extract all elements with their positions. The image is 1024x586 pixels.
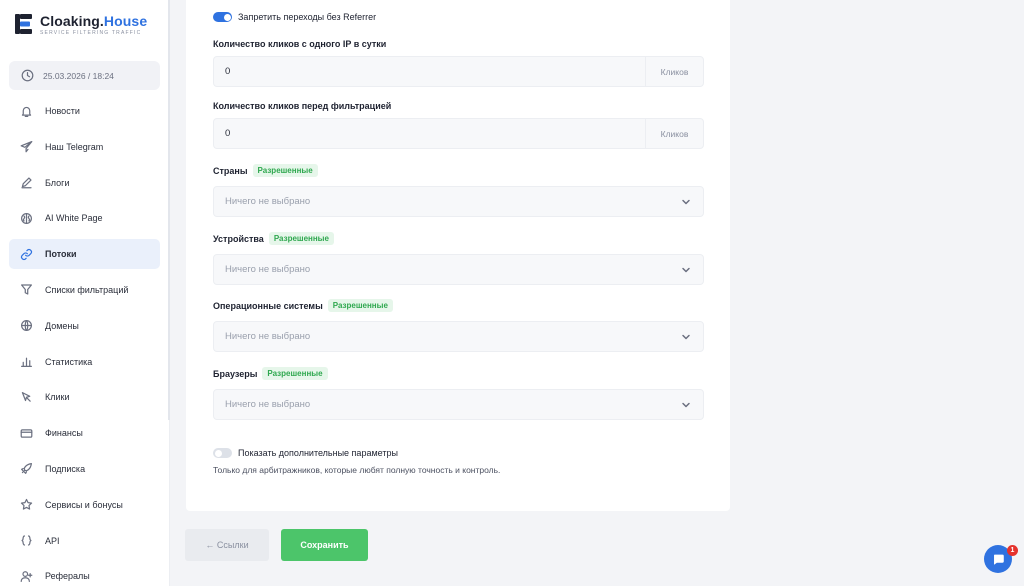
sidebar-item-statistics[interactable]: Статистика [9, 347, 160, 377]
filter-icon [20, 283, 33, 296]
sidebar-item-blogs[interactable]: Блоги [9, 168, 160, 198]
countries-status-badge: Разрешенные [252, 164, 318, 177]
sidebar-item-clicks[interactable]: Клики [9, 382, 160, 412]
chat-icon [993, 554, 1004, 565]
browsers-placeholder: Ничего не выбрано [225, 399, 311, 410]
advanced-params-hint: Только для арбитражников, которые любят … [213, 465, 501, 475]
sidebar-item-filter-lists[interactable]: Списки фильтраций [9, 275, 160, 305]
logo-icon [14, 12, 34, 36]
clicks-before-filter-label: Количество кликов перед фильтрацией [213, 101, 392, 111]
devices-label: Устройства Разрешенные [213, 232, 334, 245]
advanced-params-toggle[interactable] [213, 448, 232, 458]
clock-icon [21, 69, 34, 82]
sidebar-item-label: Потоки [45, 249, 77, 260]
referrer-toggle-label: Запретить переходы без Referrer [238, 12, 377, 22]
os-label: Операционные системы Разрешенные [213, 299, 393, 312]
star-icon [20, 498, 33, 511]
referrer-toggle[interactable] [213, 12, 232, 22]
clicks-before-filter-unit: Кликов [645, 119, 703, 148]
telegram-icon [20, 140, 33, 153]
sidebar-nav: Новости Наш Telegram Блоги AI White Page… [9, 96, 160, 586]
sidebar-item-subscription[interactable]: Подписка [9, 454, 160, 484]
devices-placeholder: Ничего не выбрано [225, 264, 311, 275]
sidebar-item-services-bonuses[interactable]: Сервисы и бонусы [9, 490, 160, 520]
sidebar-item-label: Финансы [45, 428, 83, 439]
sidebar-item-label: API [45, 535, 60, 546]
sidebar-item-label: Сервисы и бонусы [45, 499, 123, 510]
browsers-label: Браузеры Разрешенные [213, 367, 328, 380]
chevron-down-icon [682, 199, 690, 204]
brain-icon [20, 212, 33, 225]
sidebar-item-referrals[interactable]: Рефералы [9, 561, 160, 586]
browsers-status-badge: Разрешенные [262, 367, 328, 380]
clicks-per-ip-value[interactable]: 0 [214, 57, 645, 86]
sidebar-item-telegram[interactable]: Наш Telegram [9, 132, 160, 162]
sidebar-item-flows[interactable]: Потоки [9, 239, 160, 270]
advanced-params-toggle-label: Показать дополнительные параметры [238, 448, 398, 458]
sidebar-item-finance[interactable]: Финансы [9, 418, 160, 448]
os-select[interactable]: Ничего не выбрано [213, 321, 704, 352]
sidebar-item-label: Домены [45, 320, 79, 331]
chat-unread-badge: 1 [1007, 545, 1018, 556]
chart-icon [20, 355, 33, 368]
clicks-per-ip-unit: Кликов [645, 57, 703, 86]
brand-tagline: SERVICE FILTERING TRAFFIC [40, 29, 142, 36]
datetime-display: 25.03.2026 / 18:24 [9, 61, 160, 90]
globe-icon [20, 319, 33, 332]
card-icon [20, 427, 33, 440]
clicks-per-ip-label: Количество кликов с одного IP в сутки [213, 39, 387, 49]
countries-select[interactable]: Ничего не выбрано [213, 186, 704, 217]
logo[interactable]: Cloaking.House SERVICE FILTERING TRAFFIC [14, 12, 147, 36]
user-plus-icon [20, 570, 33, 583]
clicks-before-filter-input[interactable]: 0 Кликов [213, 118, 704, 149]
sidebar-item-label: Списки фильтраций [45, 284, 129, 295]
sidebar-scrollbar[interactable] [168, 0, 170, 420]
sidebar-item-label: Новости [45, 106, 80, 116]
braces-icon [20, 534, 33, 547]
datetime-text: 25.03.2026 / 18:24 [43, 70, 114, 81]
devices-status-badge: Разрешенные [268, 232, 334, 245]
sidebar-item-domains[interactable]: Домены [9, 311, 160, 341]
sidebar-item-news[interactable]: Новости [9, 96, 160, 126]
sidebar-item-label: AI White Page [45, 213, 103, 224]
brand-name: Cloaking.House [40, 12, 148, 29]
sidebar-item-label: Подписка [45, 463, 86, 474]
os-placeholder: Ничего не выбрано [225, 331, 311, 342]
clicks-before-filter-value[interactable]: 0 [214, 119, 645, 148]
back-to-links-button[interactable]: ← Ссылки [185, 529, 269, 561]
devices-select[interactable]: Ничего не выбрано [213, 254, 704, 285]
chevron-down-icon [682, 334, 690, 339]
countries-placeholder: Ничего не выбрано [225, 196, 311, 207]
cursor-icon [20, 391, 33, 404]
sidebar-item-api[interactable]: API [9, 526, 160, 556]
sidebar: Cloaking.House SERVICE FILTERING TRAFFIC… [0, 0, 170, 586]
os-status-badge: Разрешенные [327, 299, 393, 312]
link-icon [20, 248, 33, 261]
flow-settings-panel: Запретить переходы без Referrer Количест… [186, 0, 730, 511]
clicks-per-ip-input[interactable]: 0 Кликов [213, 56, 704, 87]
bell-icon [20, 105, 33, 118]
countries-label: Страны Разрешенные [213, 164, 318, 177]
chevron-down-icon [682, 402, 690, 407]
pen-icon [20, 176, 33, 189]
sidebar-item-label: Статистика [45, 356, 93, 367]
sidebar-item-label: Блоги [45, 177, 70, 188]
sidebar-item-ai-white-page[interactable]: AI White Page [9, 203, 160, 233]
browsers-select[interactable]: Ничего не выбрано [213, 389, 704, 420]
sidebar-item-label: Рефералы [45, 571, 90, 582]
sidebar-item-label: Наш Telegram [45, 141, 104, 152]
rocket-icon [20, 462, 33, 475]
chevron-down-icon [682, 267, 690, 272]
save-button[interactable]: Сохранить [281, 529, 368, 561]
sidebar-item-label: Клики [45, 392, 70, 403]
